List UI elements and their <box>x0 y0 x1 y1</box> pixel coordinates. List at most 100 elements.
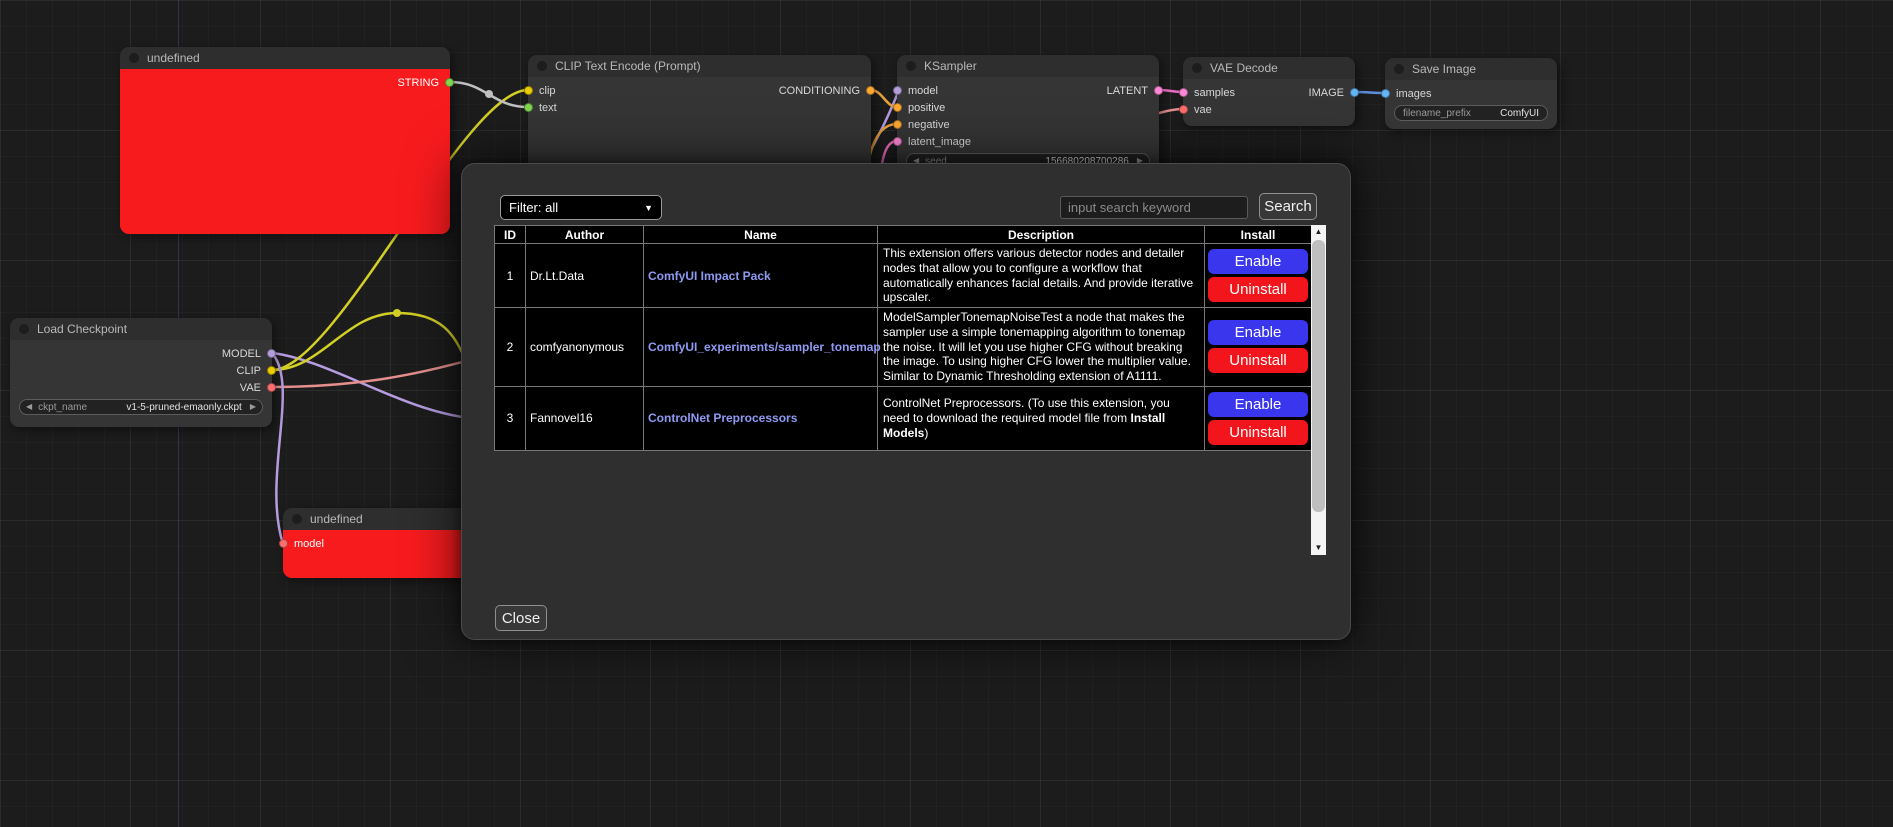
output-slot-label: LATENT <box>1107 85 1148 97</box>
extension-link[interactable]: ControlNet Preprocessors <box>648 411 797 425</box>
output-slot-dot[interactable] <box>267 366 276 375</box>
node-title-bar[interactable]: VAE Decode <box>1183 57 1355 79</box>
output-slot-dot[interactable] <box>267 383 276 392</box>
node-title: CLIP Text Encode (Prompt) <box>555 59 701 73</box>
node-title-bar[interactable]: Save Image <box>1385 58 1557 80</box>
extension-link[interactable]: ComfyUI_experiments/sampler_tonemap <box>648 340 881 354</box>
ckpt-name-widget[interactable]: ◀ ckpt_name v1-5-pruned-emaonly.ckpt ▶ <box>19 399 263 415</box>
enable-button[interactable]: Enable <box>1208 249 1308 274</box>
cell-install: Enable Uninstall <box>1205 244 1312 308</box>
filename-prefix-widget[interactable]: filename_prefix ComfyUI <box>1394 105 1548 121</box>
filter-selected-value: Filter: all <box>509 200 558 215</box>
enable-button[interactable]: Enable <box>1208 392 1308 417</box>
node-title-bar[interactable]: undefined <box>120 47 450 69</box>
scroll-down-icon[interactable]: ▼ <box>1311 541 1326 555</box>
node-collapse-dot[interactable] <box>292 514 302 524</box>
output-slot-label: CONDITIONING <box>779 85 860 97</box>
input-slot-label: model <box>294 538 324 550</box>
uninstall-button[interactable]: Uninstall <box>1208 420 1308 445</box>
filter-select[interactable]: Filter: all ▼ <box>500 195 662 220</box>
cell-install: Enable Uninstall <box>1205 308 1312 387</box>
enable-button[interactable]: Enable <box>1208 320 1308 345</box>
node-title-bar[interactable]: KSampler <box>897 55 1159 77</box>
node-save-image[interactable]: Save Image images filename_prefix ComfyU… <box>1385 58 1557 129</box>
output-slot-dot[interactable] <box>1154 86 1163 95</box>
node-collapse-dot[interactable] <box>906 61 916 71</box>
input-slot-dot[interactable] <box>524 103 533 112</box>
uninstall-button[interactable]: Uninstall <box>1208 277 1308 302</box>
input-slot-label: images <box>1396 88 1431 100</box>
output-slot-dot[interactable] <box>445 78 454 87</box>
input-slot-dot[interactable] <box>279 539 288 548</box>
prev-arrow-icon[interactable]: ◀ <box>26 403 32 411</box>
cell-author: comfyanonymous <box>526 308 644 387</box>
input-slot-label: model <box>908 85 938 97</box>
output-slot-label: STRING <box>397 77 439 89</box>
output-slot-label: VAE <box>240 382 261 394</box>
output-slot-label: MODEL <box>222 348 261 360</box>
table-row: 2 comfyanonymous ComfyUI_experiments/sam… <box>495 308 1312 387</box>
input-slot-dot[interactable] <box>1179 105 1188 114</box>
widget-value: v1-5-pruned-emaonly.ckpt <box>126 402 241 413</box>
input-slot-dot[interactable] <box>524 86 533 95</box>
node-collapse-dot[interactable] <box>19 324 29 334</box>
node-collapse-dot[interactable] <box>129 53 139 63</box>
input-slot-dot[interactable] <box>893 86 902 95</box>
output-slot-dot[interactable] <box>267 349 276 358</box>
uninstall-button[interactable]: Uninstall <box>1208 348 1308 373</box>
extensions-table: ID Author Name Description Install 1 Dr.… <box>494 225 1312 451</box>
chevron-down-icon: ▼ <box>644 203 653 213</box>
input-slot-label: text <box>539 102 557 114</box>
header-author: Author <box>526 226 644 244</box>
node-title: Save Image <box>1412 62 1476 76</box>
node-title: undefined <box>147 51 200 65</box>
input-slot-dot[interactable] <box>1179 88 1188 97</box>
node-collapse-dot[interactable] <box>1192 63 1202 73</box>
cell-id: 3 <box>495 386 526 450</box>
table-scrollbar[interactable]: ▲ ▼ <box>1311 225 1326 555</box>
cell-author: Fannovel16 <box>526 386 644 450</box>
node-title: Load Checkpoint <box>37 322 127 336</box>
output-slot-dot[interactable] <box>1350 88 1359 97</box>
output-slot-label: IMAGE <box>1309 87 1344 99</box>
cell-description: ControlNet Preprocessors. (To use this e… <box>878 386 1205 450</box>
input-slot-dot[interactable] <box>893 120 902 129</box>
input-slot-dot[interactable] <box>893 137 902 146</box>
header-id: ID <box>495 226 526 244</box>
cell-install: Enable Uninstall <box>1205 386 1312 450</box>
cell-id: 1 <box>495 244 526 308</box>
node-undefined-top[interactable]: undefined STRING <box>120 47 450 234</box>
node-title: undefined <box>310 512 363 526</box>
node-clip-text-encode[interactable]: CLIP Text Encode (Prompt) clip CONDITION… <box>528 55 871 177</box>
search-button[interactable]: Search <box>1259 193 1317 220</box>
scroll-up-icon[interactable]: ▲ <box>1311 225 1326 239</box>
input-slot-label: positive <box>908 102 945 114</box>
node-title: KSampler <box>924 59 977 73</box>
output-slot-dot[interactable] <box>866 86 875 95</box>
next-arrow-icon[interactable]: ▶ <box>250 403 256 411</box>
output-slot-label: CLIP <box>237 365 261 377</box>
widget-label: filename_prefix <box>1403 108 1471 119</box>
node-title-bar[interactable]: CLIP Text Encode (Prompt) <box>528 55 871 77</box>
widget-label: ckpt_name <box>38 402 87 413</box>
custom-nodes-manager-dialog: Filter: all ▼ Search ID Author Name Desc… <box>461 163 1351 640</box>
node-load-checkpoint[interactable]: Load Checkpoint MODEL CLIP VAE ◀ ckpt_na… <box>10 318 272 427</box>
node-vae-decode[interactable]: VAE Decode samples IMAGE vae <box>1183 57 1355 126</box>
scrollbar-thumb[interactable] <box>1312 240 1325 512</box>
cell-id: 2 <box>495 308 526 387</box>
close-button[interactable]: Close <box>495 605 547 631</box>
cell-description: ModelSamplerTonemapNoiseTest a node that… <box>878 308 1205 387</box>
input-slot-label: latent_image <box>908 136 971 148</box>
input-slot-dot[interactable] <box>893 103 902 112</box>
input-slot-label: vae <box>1194 104 1212 116</box>
node-title-bar[interactable]: Load Checkpoint <box>10 318 272 340</box>
search-input[interactable] <box>1060 196 1248 219</box>
input-slot-dot[interactable] <box>1381 89 1390 98</box>
node-collapse-dot[interactable] <box>1394 64 1404 74</box>
input-slot-label: samples <box>1194 87 1235 99</box>
table-header-row: ID Author Name Description Install <box>495 226 1312 244</box>
node-collapse-dot[interactable] <box>537 61 547 71</box>
table-row: 3 Fannovel16 ControlNet Preprocessors Co… <box>495 386 1312 450</box>
extension-link[interactable]: ComfyUI Impact Pack <box>648 269 771 283</box>
cell-description: This extension offers various detector n… <box>878 244 1205 308</box>
